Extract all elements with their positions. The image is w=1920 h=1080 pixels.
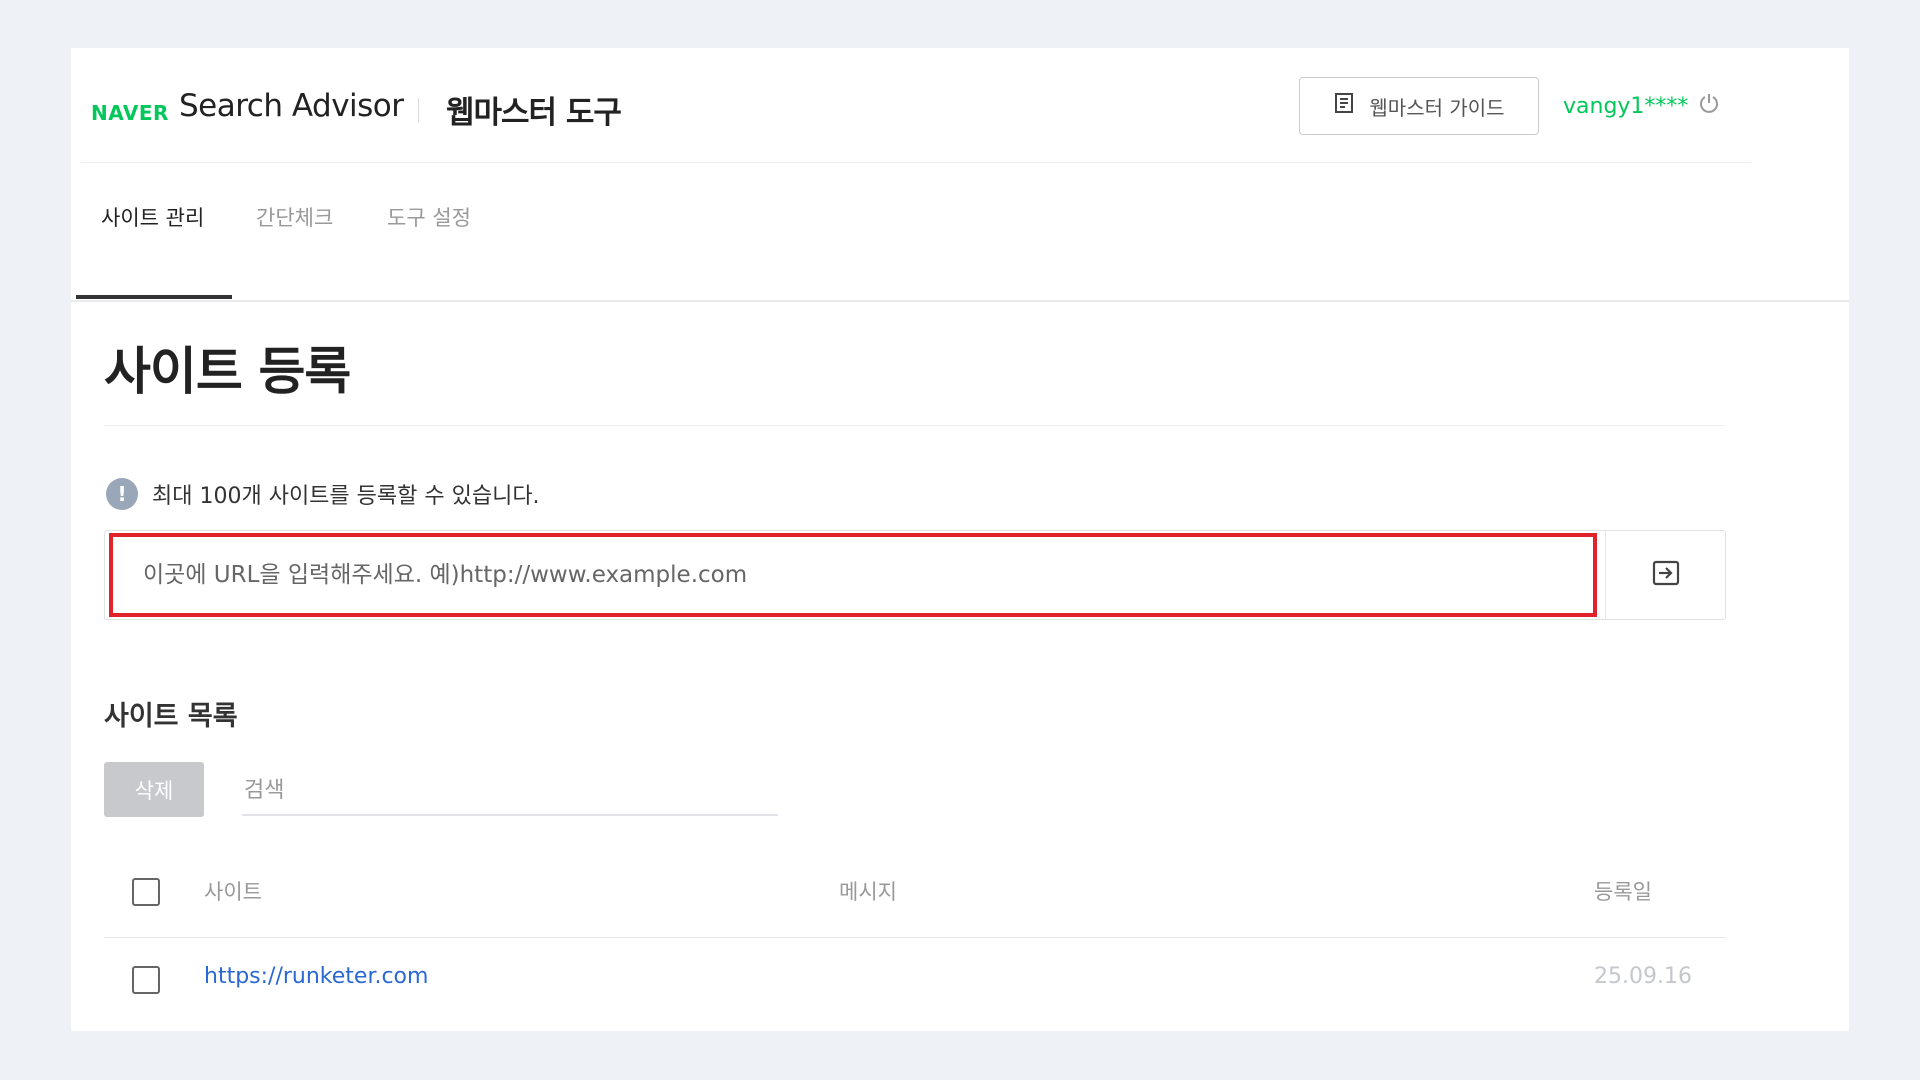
webmaster-guide-button[interactable]: 웹마스터 가이드 [1299,77,1539,135]
site-url-link[interactable]: https://runketer.com [204,964,428,989]
register-url-button[interactable] [1605,531,1725,619]
username[interactable]: vangy1**** [1563,94,1688,119]
power-icon[interactable] [1698,92,1720,120]
registration-date: 25.09.16 [1594,964,1692,989]
title-divider-line [104,425,1726,426]
book-icon [1333,92,1355,120]
table-header: 사이트 메시지 등록일 [104,860,1726,938]
url-input[interactable] [109,533,1597,617]
table-row: https://runketer.com 25.09.16 [104,940,1726,1020]
tab-site-management[interactable]: 사이트 관리 [101,202,204,232]
tab-tool-settings[interactable]: 도구 설정 [387,202,471,232]
user-menu[interactable]: vangy1**** [1563,92,1720,120]
webmaster-panel: NAVER Search Advisor 웹마스터 도구 웹마스터 가이드 va… [71,48,1849,1031]
top-header: NAVER Search Advisor 웹마스터 도구 웹마스터 가이드 va… [81,48,1751,163]
url-register-box [104,530,1726,620]
column-header-date: 등록일 [1594,880,1652,904]
tab-quick-check[interactable]: 간단체크 [256,202,333,232]
notice-text: 최대 100개 사이트를 등록할 수 있습니다. [152,484,540,509]
section-title[interactable]: 웹마스터 도구 [446,87,622,132]
delete-button[interactable]: 삭제 [104,762,204,817]
info-icon: ! [106,478,138,510]
site-list-title: 사이트 목록 [104,701,238,732]
product-title[interactable]: Search Advisor [179,88,404,124]
site-search-input[interactable] [242,766,778,816]
title-divider [418,98,419,122]
column-header-site: 사이트 [204,880,262,904]
notice-message: ! 최대 100개 사이트를 등록할 수 있습니다. [106,478,540,510]
select-all-checkbox[interactable] [132,878,160,906]
tab-bar: 사이트 관리 간단체크 도구 설정 [71,164,1849,302]
enter-icon [1651,558,1681,592]
naver-logo[interactable]: NAVER [91,101,169,125]
column-header-message: 메시지 [839,880,897,904]
guide-button-label: 웹마스터 가이드 [1369,95,1505,120]
row-checkbox[interactable] [132,966,160,994]
page-title: 사이트 등록 [104,343,351,402]
active-tab-indicator [76,295,232,299]
